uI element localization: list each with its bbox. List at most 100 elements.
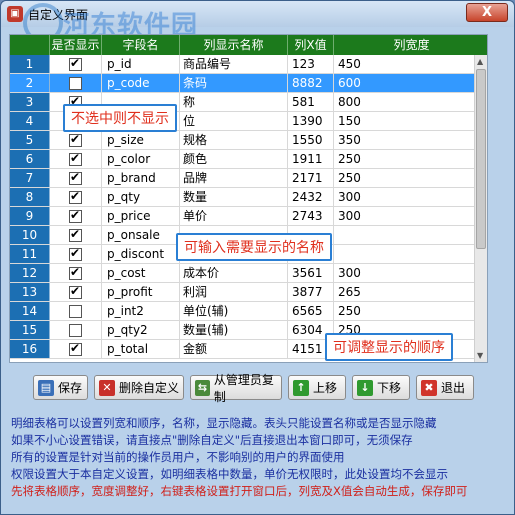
show-checkbox[interactable] xyxy=(69,170,82,185)
header-x-value[interactable]: 列X值 xyxy=(288,35,334,55)
header-width[interactable]: 列宽度 xyxy=(334,35,487,55)
x-value-cell[interactable]: 1550 xyxy=(288,131,334,149)
width-cell[interactable]: 150 xyxy=(334,112,476,130)
table-row[interactable]: 9 p_price单价2743300 xyxy=(10,207,476,226)
table-row[interactable]: 6 p_color颜色1911250 xyxy=(10,150,476,169)
field-name-cell[interactable]: p_int2 xyxy=(102,302,180,320)
show-checkbox-cell[interactable] xyxy=(50,321,102,339)
move-down-button[interactable]: ↓ 下移 xyxy=(352,375,410,400)
display-name-cell[interactable]: 品牌 xyxy=(180,169,288,187)
delete-custom-button[interactable]: ✕ 删除自定义 xyxy=(94,375,184,400)
display-name-cell[interactable]: 称 xyxy=(180,93,288,111)
vertical-scrollbar[interactable]: ▲ ▼ xyxy=(474,55,487,362)
x-value-cell[interactable]: 2171 xyxy=(288,169,334,187)
table-row[interactable]: 2 p_code 条码 8882 600 xyxy=(10,74,476,93)
width-cell[interactable]: 250 xyxy=(334,302,476,320)
show-checkbox-cell[interactable] xyxy=(50,302,102,320)
field-name-cell[interactable]: p_color xyxy=(102,150,180,168)
x-value-cell[interactable]: 3877 xyxy=(288,283,334,301)
x-value-cell[interactable]: 581 xyxy=(288,93,334,111)
scroll-thumb[interactable] xyxy=(476,69,486,249)
display-name-cell[interactable]: 条码 xyxy=(180,74,288,92)
table-row[interactable]: 5 p_size规格1550350 xyxy=(10,131,476,150)
close-button[interactable]: X xyxy=(466,3,508,22)
width-cell[interactable] xyxy=(334,226,476,244)
field-name-cell[interactable]: p_price xyxy=(102,207,180,225)
width-cell[interactable]: 265 xyxy=(334,283,476,301)
show-checkbox-cell[interactable] xyxy=(50,188,102,206)
width-cell[interactable]: 800 xyxy=(334,93,476,111)
field-name-cell[interactable]: p_onsale xyxy=(102,226,180,244)
width-cell[interactable]: 350 xyxy=(334,131,476,149)
field-name-cell[interactable]: p_cost xyxy=(102,264,180,282)
field-name-cell[interactable]: p_id xyxy=(102,55,180,73)
show-checkbox-cell[interactable] xyxy=(50,283,102,301)
show-checkbox[interactable] xyxy=(69,227,82,242)
show-checkbox[interactable] xyxy=(69,189,82,204)
table-row[interactable]: 8 p_qty数量2432300 xyxy=(10,188,476,207)
header-show[interactable]: 是否显示 xyxy=(50,35,102,55)
header-display-name[interactable]: 列显示名称 xyxy=(180,35,288,55)
show-checkbox-cell[interactable] xyxy=(50,207,102,225)
show-checkbox[interactable] xyxy=(69,323,82,337)
show-checkbox-cell[interactable] xyxy=(50,131,102,149)
show-checkbox-cell[interactable] xyxy=(50,169,102,187)
field-name-cell[interactable]: p_code xyxy=(102,74,180,92)
x-value-cell[interactable]: 2432 xyxy=(288,188,334,206)
x-value-cell[interactable]: 6565 xyxy=(288,302,334,320)
scroll-up-icon[interactable]: ▲ xyxy=(477,57,483,66)
display-name-cell[interactable]: 商品编号 xyxy=(180,55,288,73)
show-checkbox-cell[interactable] xyxy=(50,245,102,263)
show-checkbox-cell[interactable] xyxy=(50,150,102,168)
show-checkbox[interactable] xyxy=(69,341,82,356)
show-checkbox-cell[interactable] xyxy=(50,55,102,73)
display-name-cell[interactable]: 位 xyxy=(180,112,288,130)
field-name-cell[interactable]: p_total xyxy=(102,340,180,358)
show-checkbox[interactable] xyxy=(69,56,82,71)
exit-button[interactable]: ✖ 退出 xyxy=(416,375,474,400)
table-row[interactable]: 12 p_cost成本价3561300 xyxy=(10,264,476,283)
width-cell[interactable]: 600 xyxy=(334,74,476,92)
scroll-down-icon[interactable]: ▼ xyxy=(477,351,483,360)
width-cell[interactable]: 450 xyxy=(334,55,476,73)
display-name-cell[interactable]: 金额 xyxy=(180,340,288,358)
save-button[interactable]: ▤ 保存 xyxy=(33,375,88,400)
move-up-button[interactable]: ↑ 上移 xyxy=(288,375,346,400)
x-value-cell[interactable]: 8882 xyxy=(288,74,334,92)
table-row[interactable]: 7 p_brand品牌2171250 xyxy=(10,169,476,188)
field-name-cell[interactable]: p_brand xyxy=(102,169,180,187)
width-cell[interactable] xyxy=(334,245,476,263)
width-cell[interactable]: 300 xyxy=(334,264,476,282)
width-cell[interactable]: 250 xyxy=(334,169,476,187)
show-checkbox-cell[interactable] xyxy=(50,340,102,358)
show-checkbox-cell[interactable] xyxy=(50,74,102,92)
show-checkbox[interactable] xyxy=(69,208,82,223)
display-name-cell[interactable]: 成本价 xyxy=(180,264,288,282)
width-cell[interactable]: 300 xyxy=(334,207,476,225)
display-name-cell[interactable]: 数量(辅) xyxy=(180,321,288,339)
display-name-cell[interactable]: 单价 xyxy=(180,207,288,225)
show-checkbox[interactable] xyxy=(69,151,82,166)
show-checkbox[interactable] xyxy=(69,76,82,90)
header-row-no[interactable] xyxy=(10,35,50,55)
display-name-cell[interactable]: 规格 xyxy=(180,131,288,149)
show-checkbox[interactable] xyxy=(69,246,82,261)
show-checkbox[interactable] xyxy=(69,265,82,280)
header-field-name[interactable]: 字段名 xyxy=(102,35,180,55)
table-row[interactable]: 1 p_id商品编号123450 xyxy=(10,55,476,74)
x-value-cell[interactable]: 123 xyxy=(288,55,334,73)
display-name-cell[interactable]: 数量 xyxy=(180,188,288,206)
field-name-cell[interactable]: p_qty2 xyxy=(102,321,180,339)
show-checkbox-cell[interactable] xyxy=(50,226,102,244)
x-value-cell[interactable]: 1390 xyxy=(288,112,334,130)
show-checkbox[interactable] xyxy=(69,132,82,147)
display-name-cell[interactable]: 颜色 xyxy=(180,150,288,168)
copy-from-admin-button[interactable]: ⇆ 从管理员复制 xyxy=(190,373,282,404)
x-value-cell[interactable]: 2743 xyxy=(288,207,334,225)
display-name-cell[interactable]: 单位(辅) xyxy=(180,302,288,320)
field-name-cell[interactable]: p_size xyxy=(102,131,180,149)
table-row[interactable]: 13 p_profit利润3877265 xyxy=(10,283,476,302)
field-name-cell[interactable]: p_qty xyxy=(102,188,180,206)
table-row[interactable]: 14 p_int2 单位(辅) 6565 250 xyxy=(10,302,476,321)
x-value-cell[interactable]: 3561 xyxy=(288,264,334,282)
